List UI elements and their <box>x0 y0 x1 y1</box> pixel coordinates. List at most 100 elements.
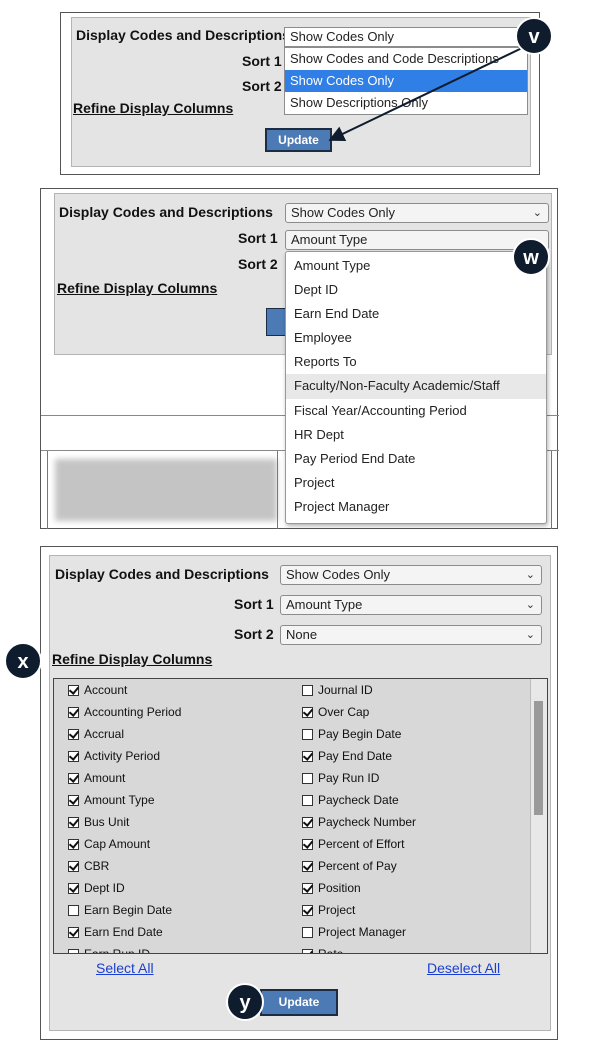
blurred-table-content <box>55 459 277 521</box>
dropdown-option[interactable]: Project Manager <box>286 495 546 519</box>
column-checkbox-row[interactable]: Dept ID <box>68 877 125 899</box>
checkbox-checked[interactable] <box>68 795 79 806</box>
checkbox-unchecked[interactable] <box>68 949 79 953</box>
checkbox-checked[interactable] <box>68 839 79 850</box>
checkbox-checked[interactable] <box>302 861 313 872</box>
checkbox-checked[interactable] <box>68 729 79 740</box>
column-checkbox-label: Account <box>84 683 128 697</box>
display-codes-value: Show Codes Only <box>291 205 396 220</box>
checkbox-unchecked[interactable] <box>302 685 313 696</box>
column-checkbox-row[interactable]: Position <box>302 877 361 899</box>
sort1-select[interactable]: Amount Type <box>285 230 549 250</box>
column-checkbox-row[interactable]: Pay Begin Date <box>302 723 401 745</box>
dropdown-option[interactable]: Amount Type <box>286 254 546 278</box>
column-checkbox-label: Project Manager <box>318 925 407 939</box>
checkbox-checked[interactable] <box>68 817 79 828</box>
checkbox-checked[interactable] <box>68 685 79 696</box>
dropdown-option[interactable]: Earn End Date <box>286 302 546 326</box>
column-checkbox-row[interactable]: Project Manager <box>302 921 406 943</box>
column-checkbox-row[interactable]: Journal ID <box>302 679 373 701</box>
checkbox-checked[interactable] <box>68 883 79 894</box>
dropdown-option[interactable]: Show Codes Only <box>285 70 527 92</box>
sort1-select[interactable]: Amount Type ⌄ <box>280 595 542 615</box>
dropdown-option[interactable]: Dept ID <box>286 278 546 302</box>
deselect-all-link[interactable]: Deselect All <box>427 960 500 976</box>
column-checkbox-row[interactable]: Project <box>302 899 355 921</box>
update-button[interactable]: Update <box>265 128 332 152</box>
dropdown-option[interactable]: Show Codes and Code Descriptions <box>285 48 527 70</box>
display-codes-label: Display Codes and Descriptions <box>55 566 269 582</box>
column-checkbox-row[interactable]: Rate <box>302 943 343 953</box>
sort2-select[interactable]: None ⌄ <box>280 625 542 645</box>
column-checkbox-row[interactable]: Pay Run ID <box>302 767 379 789</box>
refine-display-columns-link[interactable]: Refine Display Columns <box>57 280 217 296</box>
checkbox-unchecked[interactable] <box>68 905 79 916</box>
dropdown-option[interactable]: Faculty/Non-Faculty Academic/Staff <box>286 374 546 399</box>
column-checkbox-row[interactable]: Cap Amount <box>68 833 150 855</box>
checkbox-checked[interactable] <box>68 707 79 718</box>
refine-display-columns-link[interactable]: Refine Display Columns <box>73 100 233 116</box>
checkbox-unchecked[interactable] <box>302 927 313 938</box>
column-checkbox-label: Cap Amount <box>84 837 151 851</box>
dropdown-option[interactable]: Show Descriptions Only <box>285 92 527 114</box>
column-checkbox-label: Project <box>318 903 356 917</box>
select-all-link[interactable]: Select All <box>96 960 154 976</box>
chevron-down-icon: ⌄ <box>525 569 535 581</box>
checklist-scrollbar[interactable] <box>530 679 547 953</box>
column-checkbox-label: Accounting Period <box>84 705 182 719</box>
column-checkbox-row[interactable]: Paycheck Date <box>302 789 399 811</box>
column-checkbox-row[interactable]: Pay End Date <box>302 745 392 767</box>
column-checkbox-row[interactable]: Percent of Pay <box>302 855 397 877</box>
scrollbar-thumb[interactable] <box>534 701 543 815</box>
column-checkbox-row[interactable]: Amount <box>68 767 125 789</box>
dropdown-option[interactable]: Fiscal Year/Accounting Period <box>286 399 546 423</box>
column-checkbox-row[interactable]: Accrual <box>68 723 124 745</box>
checkbox-unchecked[interactable] <box>302 795 313 806</box>
column-checkbox-label: Over Cap <box>318 705 370 719</box>
refine-display-columns-link[interactable]: Refine Display Columns <box>52 651 212 667</box>
checkbox-checked[interactable] <box>68 927 79 938</box>
dropdown-option[interactable]: Employee <box>286 326 546 350</box>
dropdown-option[interactable]: Project <box>286 471 546 495</box>
checkbox-checked[interactable] <box>68 751 79 762</box>
display-codes-select[interactable]: Show Codes Only ⌄ <box>285 203 549 223</box>
column-checkbox-row[interactable]: Earn End Date <box>68 921 163 943</box>
column-checkbox-row[interactable]: Over Cap <box>302 701 369 723</box>
column-checkbox-row[interactable]: Account <box>68 679 127 701</box>
column-checkbox-label: Pay Begin Date <box>318 727 402 741</box>
display-codes-select[interactable]: Show Codes Only ⌄ <box>280 565 542 585</box>
checkbox-checked[interactable] <box>68 773 79 784</box>
checkbox-checked[interactable] <box>302 839 313 850</box>
column-checkbox-row[interactable]: Percent of Effort <box>302 833 405 855</box>
checkbox-checked[interactable] <box>68 861 79 872</box>
column-checkbox-row[interactable]: Earn Begin Date <box>68 899 172 921</box>
column-checkbox-label: Earn Run ID <box>84 947 151 954</box>
column-checkbox-label: Amount <box>84 771 126 785</box>
sort1-dropdown: Amount Type Dept ID Earn End Date Employee R… <box>285 251 547 524</box>
display-codes-label: Display Codes and Descriptions <box>59 204 273 220</box>
display-codes-select[interactable]: Show Codes Only <box>284 27 528 47</box>
column-checkbox-row[interactable]: Earn Run ID <box>68 943 151 954</box>
column-checkbox-row[interactable]: Bus Unit <box>68 811 129 833</box>
checkbox-unchecked[interactable] <box>302 773 313 784</box>
column-checkbox-row[interactable]: Accounting Period <box>68 701 181 723</box>
column-checkbox-row[interactable]: CBR <box>68 855 109 877</box>
checkbox-checked[interactable] <box>302 905 313 916</box>
callout-marker-v: v <box>515 17 553 55</box>
column-checkbox-row[interactable]: Activity Period <box>68 745 160 767</box>
checkbox-checked[interactable] <box>302 751 313 762</box>
column-checkbox-label: Journal ID <box>318 683 373 697</box>
chevron-down-icon: ⌄ <box>532 207 542 219</box>
dropdown-option[interactable]: HR Dept <box>286 423 546 447</box>
checkbox-checked[interactable] <box>302 949 313 953</box>
checkbox-checked[interactable] <box>302 707 313 718</box>
column-checkbox-row[interactable]: Amount Type <box>68 789 155 811</box>
checkbox-checked[interactable] <box>302 817 313 828</box>
dropdown-option[interactable]: Pay Period End Date <box>286 447 546 471</box>
column-checkbox-row[interactable]: Paycheck Number <box>302 811 416 833</box>
column-checkbox-label: Position <box>318 881 361 895</box>
update-button[interactable]: Update <box>260 989 338 1016</box>
dropdown-option[interactable]: Reports To <box>286 350 546 374</box>
checkbox-checked[interactable] <box>302 883 313 894</box>
checkbox-unchecked[interactable] <box>302 729 313 740</box>
